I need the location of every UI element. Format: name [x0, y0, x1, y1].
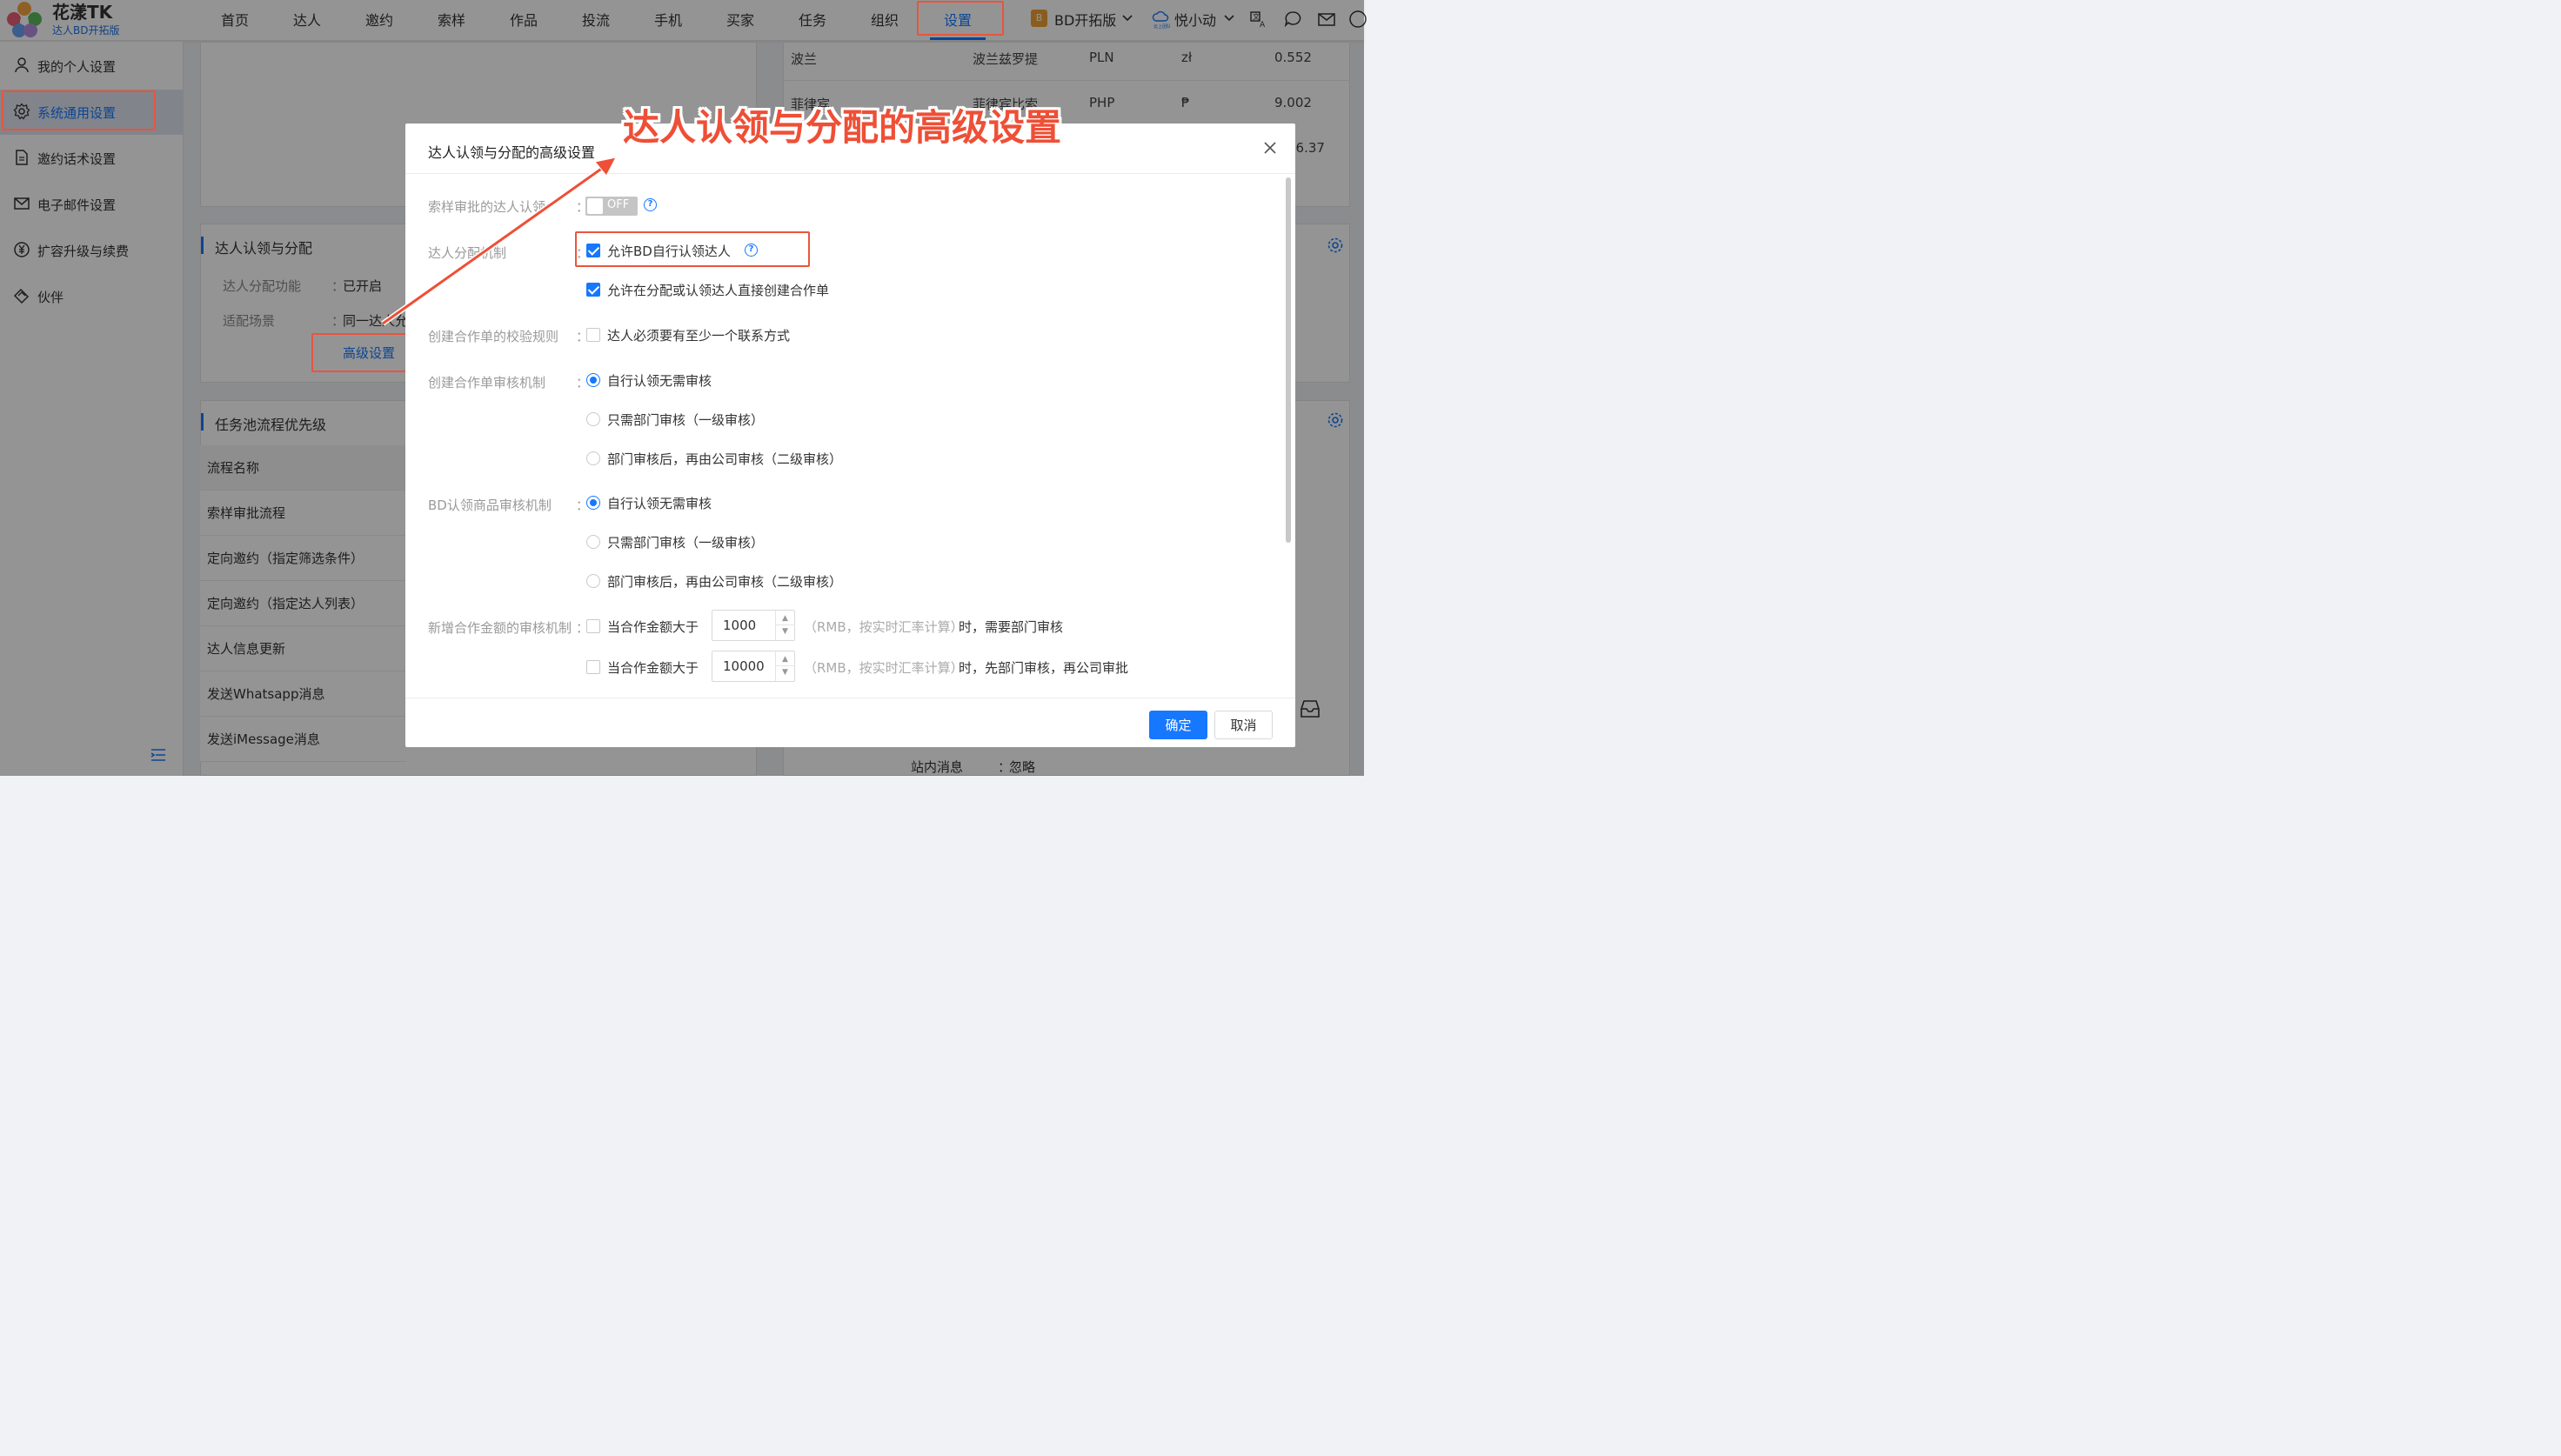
- number-stepper[interactable]: ▲ ▼: [775, 611, 795, 640]
- chevron-up-icon[interactable]: ▲: [782, 655, 788, 664]
- rule-suffix: 时，需要部门审核: [959, 619, 1064, 635]
- rule-prefix: 当合作金额大于: [607, 619, 699, 635]
- option-label: 允许在分配或认领达人直接创建合作单: [607, 283, 830, 298]
- option-label: 部门审核后，再由公司审核（二级审核）: [607, 574, 843, 590]
- field-label: 索样审批的达人认领: [428, 199, 546, 215]
- ok-button[interactable]: 确定: [1149, 711, 1207, 739]
- option-label: 达人必须要有至少一个联系方式: [607, 328, 791, 344]
- chevron-down-icon[interactable]: ▼: [782, 668, 788, 677]
- amount-rule-1-checkbox[interactable]: [586, 619, 600, 633]
- option-label: 只需部门审核（一级审核）: [607, 412, 765, 428]
- sample-claim-toggle[interactable]: OFF: [585, 197, 638, 216]
- amount-threshold-input[interactable]: 1000 ▲ ▼: [712, 610, 795, 641]
- option-label: 部门审核后，再由公司审核（二级审核）: [607, 451, 843, 467]
- contact-required-checkbox[interactable]: [586, 328, 600, 342]
- highlight-box: [2, 90, 156, 130]
- amount-rule-2-checkbox[interactable]: [586, 660, 600, 674]
- chevron-down-icon[interactable]: ▼: [782, 627, 788, 636]
- scrollbar[interactable]: [1286, 177, 1291, 543]
- question-icon[interactable]: ?: [644, 198, 657, 211]
- option-label: 自行认领无需审核: [607, 496, 712, 511]
- option-label: 只需部门审核（一级审核）: [607, 535, 765, 551]
- highlight-box: [575, 231, 810, 267]
- dialog-footer: 确定 取消: [405, 698, 1295, 747]
- product-audit-radio-dept[interactable]: [586, 535, 600, 549]
- annotation-callout: 达人认领与分配的高级设置: [623, 106, 1062, 149]
- order-audit-radio-dept[interactable]: [586, 412, 600, 426]
- cancel-button[interactable]: 取消: [1214, 711, 1273, 739]
- field-label: 达人分配机制: [428, 245, 507, 261]
- close-icon[interactable]: [1263, 141, 1277, 155]
- input-value: 1000: [723, 618, 757, 633]
- amount-threshold-input[interactable]: 10000 ▲ ▼: [712, 651, 795, 682]
- allow-create-order-checkbox[interactable]: [586, 283, 600, 297]
- highlight-box: [917, 1, 1004, 36]
- product-audit-radio-none[interactable]: [586, 496, 600, 510]
- toggle-knob: [587, 198, 603, 214]
- field-label: 创建合作单审核机制: [428, 375, 546, 391]
- field-label: 创建合作单的校验规则: [428, 329, 559, 344]
- product-audit-radio-company[interactable]: [586, 574, 600, 588]
- advanced-settings-dialog: 达人认领与分配的高级设置 索样审批的达人认领 ： OFF ? 达人分配机制 ： …: [405, 124, 1295, 747]
- order-audit-radio-company[interactable]: [586, 451, 600, 465]
- toggle-label: OFF: [607, 198, 630, 211]
- rule-suffix: 时，先部门审核，再公司审批: [959, 660, 1129, 676]
- dialog-title: 达人认领与分配的高级设置: [428, 144, 596, 161]
- number-stepper[interactable]: ▲ ▼: [775, 651, 795, 681]
- rule-hint: （RMB，按实时汇率计算）: [804, 619, 964, 635]
- rule-prefix: 当合作金额大于: [607, 660, 699, 676]
- chevron-up-icon[interactable]: ▲: [782, 614, 788, 623]
- option-label: 自行认领无需审核: [607, 373, 712, 389]
- field-label: 新增合作金额的审核机制: [428, 620, 572, 636]
- input-value: 10000: [723, 658, 765, 674]
- order-audit-radio-none[interactable]: [586, 373, 600, 387]
- field-label: BD认领商品审核机制: [428, 498, 552, 513]
- rule-hint: （RMB，按实时汇率计算）: [804, 660, 964, 676]
- highlight-box: [311, 333, 407, 372]
